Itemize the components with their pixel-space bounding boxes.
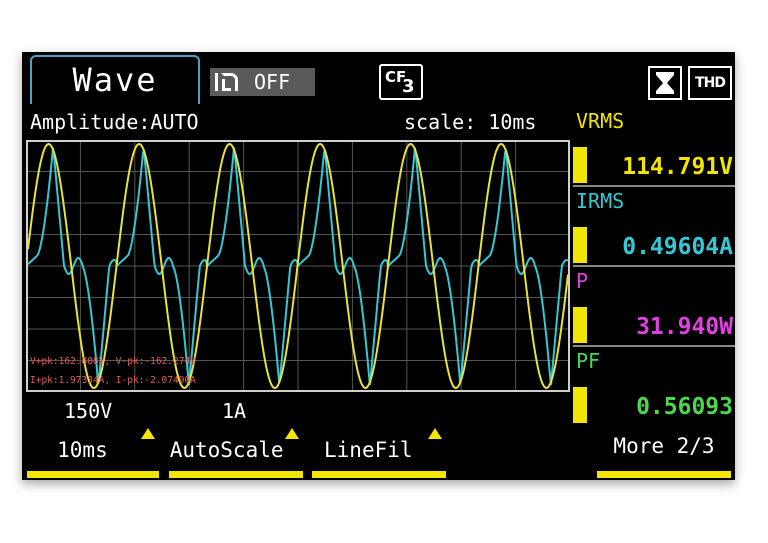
vrms-label: VRMS bbox=[576, 109, 625, 133]
power-value: 31.940W bbox=[636, 314, 733, 340]
irms-bar bbox=[573, 227, 587, 263]
softkey-line-filter-label: LineFil bbox=[324, 438, 413, 462]
vrms-panel: VRMS 114.791V bbox=[573, 107, 735, 187]
crest-factor-icon[interactable]: CF 3 bbox=[379, 64, 423, 100]
softkey-indicator bbox=[597, 471, 731, 478]
current-scale: 1A bbox=[222, 399, 247, 423]
softkey-time-scale-label: 10ms bbox=[57, 438, 108, 462]
softkey-line-filter[interactable]: LineFil bbox=[312, 424, 446, 480]
softkey-arrow-icon bbox=[141, 428, 155, 439]
softkey-arrow-icon bbox=[428, 428, 442, 439]
softkey-autoscale[interactable]: AutoScale bbox=[169, 424, 303, 480]
log-icon bbox=[215, 73, 238, 91]
softkey-indicator bbox=[312, 471, 446, 478]
pf-panel: PF 0.56093 bbox=[573, 345, 735, 427]
peak-current-readout: I+pk:1.97334A, I-pk:-2.07490A bbox=[30, 375, 196, 386]
power-panel: P 31.940W bbox=[573, 265, 735, 347]
peak-voltage-readout: V+pk:162.888V, V-pk:-162.274V bbox=[30, 356, 196, 367]
time-scale-label: scale: 10ms bbox=[404, 110, 537, 134]
log-status: OFF bbox=[254, 70, 291, 94]
softkey-indicator bbox=[169, 471, 303, 478]
softkey-more[interactable]: More 2/3 bbox=[597, 424, 731, 480]
irms-panel: IRMS 0.49604A bbox=[573, 185, 735, 267]
softkey-autoscale-label: AutoScale bbox=[169, 438, 284, 462]
softkey-arrow-icon bbox=[285, 428, 299, 439]
waveform-graph: V+pk:162.888V, V-pk:-162.274V I+pk:1.973… bbox=[26, 140, 570, 392]
vrms-bar bbox=[573, 147, 587, 183]
mode-tab-wave[interactable]: Wave bbox=[30, 55, 200, 104]
softkey-more-label: More 2/3 bbox=[613, 434, 715, 458]
power-bar bbox=[573, 307, 587, 343]
softkey-bar: 10ms AutoScale LineFil More 2/3 bbox=[22, 424, 735, 480]
log-toggle[interactable]: OFF bbox=[210, 68, 315, 96]
amplitude-label: Amplitude:AUTO bbox=[30, 110, 199, 134]
hourglass-glyph bbox=[656, 72, 674, 94]
voltage-scale: 150V bbox=[64, 399, 113, 423]
pf-label: PF bbox=[576, 349, 601, 373]
thd-button[interactable]: THD bbox=[688, 66, 732, 100]
softkey-indicator bbox=[27, 471, 159, 478]
header-bar: Wave OFF CF 3 THD bbox=[22, 52, 735, 109]
pf-value: 0.56093 bbox=[636, 394, 733, 420]
irms-label: IRMS bbox=[576, 189, 625, 213]
hourglass-icon[interactable] bbox=[648, 66, 682, 100]
irms-value: 0.49604A bbox=[622, 234, 733, 260]
power-meter-screen: Wave OFF CF 3 THD Amplitude:AUTO scale: … bbox=[22, 52, 735, 480]
pf-bar bbox=[573, 387, 587, 423]
softkey-time-scale[interactable]: 10ms bbox=[27, 424, 159, 480]
vrms-value: 114.791V bbox=[622, 154, 733, 180]
cf-number: 3 bbox=[402, 76, 415, 97]
power-label: P bbox=[576, 269, 589, 293]
